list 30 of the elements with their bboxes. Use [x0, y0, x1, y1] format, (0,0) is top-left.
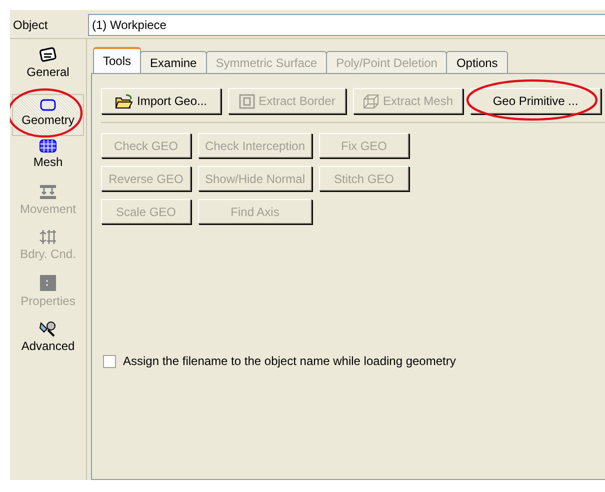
rounded-rectangle-icon [40, 99, 56, 111]
frame-icon [238, 94, 255, 108]
object-label: Object [13, 18, 49, 32]
tab[interactable]: Examine [140, 51, 207, 73]
cube-icon [362, 94, 379, 108]
folder-icon [114, 94, 133, 108]
sidebar-label: Advanced [21, 339, 75, 353]
sidebar-label: Geometry [22, 113, 74, 127]
square-icon [39, 274, 57, 292]
checkbox[interactable] [103, 354, 116, 368]
tab[interactable]: Tools [93, 47, 142, 73]
tab[interactable]: Options [446, 51, 508, 73]
sidebar-item[interactable]: General [10, 47, 86, 92]
grid-icon [39, 139, 57, 153]
sidebar-label: General [26, 65, 70, 79]
tools-icon [38, 319, 58, 337]
sidebar-item[interactable]: Advanced [10, 319, 86, 364]
sidebar-item[interactable]: Mesh [10, 139, 86, 184]
cards-icon [39, 47, 57, 63]
constraint-icon [39, 229, 57, 245]
checkbox-label: Assign the filename to the object name while loading geometry [123, 354, 456, 368]
sidebar-label: Mesh [33, 155, 63, 169]
toolbar-button[interactable]: Geo Primitive ... [470, 88, 601, 114]
sidebar-item[interactable]: Geometry [12, 94, 84, 136]
sidebar-label: Movement [20, 202, 76, 216]
toolbar-button[interactable]: Import Geo... [101, 88, 221, 114]
object-field[interactable]: (1) Workpiece [88, 14, 605, 36]
sidebar-label: Bdry. Cnd. [20, 247, 76, 261]
press-icon [39, 184, 57, 200]
sidebar-label: Properties [20, 294, 76, 308]
